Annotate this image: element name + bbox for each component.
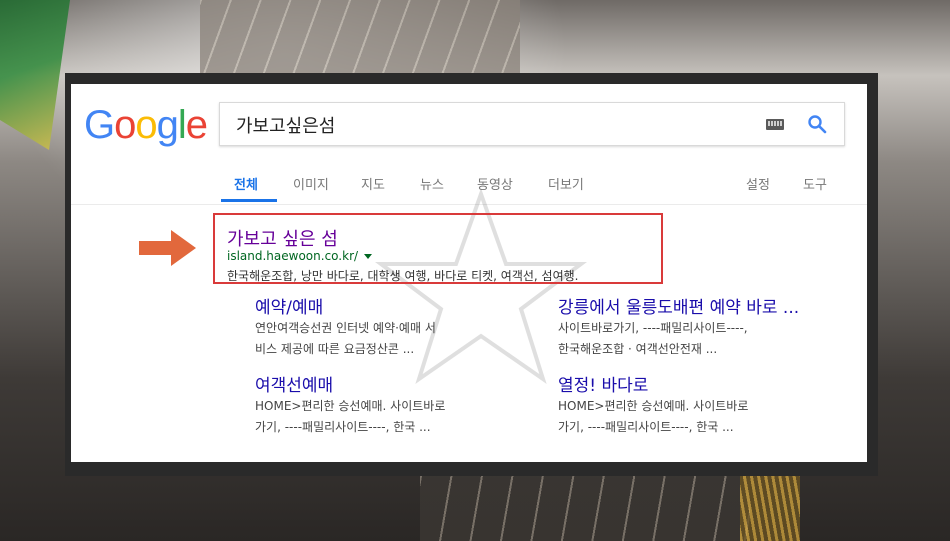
search-box[interactable]: 가보고싶은섬 xyxy=(219,102,845,146)
sail-decoration xyxy=(200,0,520,75)
rope-decoration xyxy=(740,476,800,541)
sitelink-title[interactable]: 여객선예매 xyxy=(255,371,545,396)
result-title-link[interactable]: 가보고 싶은 섬 xyxy=(227,225,338,251)
result-snippet: 한국해운조합, 낭만 바다로, 대학생 여행, 바다로 티켓, 여객선, 섬여행… xyxy=(227,269,579,283)
sitelink: 예약/예매 연안여객승선권 인터넷 예약·예매 서 비스 제공에 따른 요금정산… xyxy=(255,293,545,360)
keyboard-icon[interactable] xyxy=(766,119,784,130)
sitelink-snippet: HOME>편리한 승선예매. 사이트바로 xyxy=(255,399,446,413)
chevron-down-icon[interactable] xyxy=(364,254,373,259)
active-tab-indicator xyxy=(221,199,277,202)
settings-link[interactable]: 설정 xyxy=(746,174,770,193)
logo-letter: o xyxy=(114,103,136,147)
search-input[interactable]: 가보고싶은섬 xyxy=(236,112,335,138)
logo-letter: g xyxy=(156,103,179,147)
sitelink-snippet: HOME>편리한 승선예매. 사이트바로 xyxy=(558,399,749,413)
result-url[interactable]: island.haewoon.co.kr/ xyxy=(227,249,373,263)
sail-decoration-bottom xyxy=(420,476,750,541)
logo-letter: l xyxy=(177,103,187,147)
tab-all[interactable]: 전체 xyxy=(234,174,258,193)
search-icon[interactable] xyxy=(807,114,827,134)
logo-letter: G xyxy=(84,103,115,147)
sitelink-snippet: 비스 제공에 따른 요금정산콘 ... xyxy=(255,342,415,356)
sitelink: 열정! 바다로 HOME>편리한 승선예매. 사이트바로 가기, ----패밀리… xyxy=(558,371,848,438)
sitelink-snippet: 사이트바로가기, ----패밀리사이트----, xyxy=(558,321,748,335)
sitelink-snippet: 가기, ----패밀리사이트----, 한국 ... xyxy=(558,420,734,434)
sitelink-snippet: 가기, ----패밀리사이트----, 한국 ... xyxy=(255,420,431,434)
search-results-window: Google 가보고싶은섬 전체 이미지 지도 뉴스 동영상 더보기 설정 도구… xyxy=(71,84,867,462)
google-logo[interactable]: Google xyxy=(84,101,208,149)
logo-letter: e xyxy=(185,103,208,147)
sitelink: 여객선예매 HOME>편리한 승선예매. 사이트바로 가기, ----패밀리사이… xyxy=(255,371,545,438)
tools-link[interactable]: 도구 xyxy=(803,174,827,193)
logo-letter: o xyxy=(135,103,157,147)
tab-images[interactable]: 이미지 xyxy=(293,174,329,193)
sitelink-title[interactable]: 열정! 바다로 xyxy=(558,371,848,396)
result-url-text: island.haewoon.co.kr/ xyxy=(227,249,359,263)
sitelink: 강릉에서 울릉도배편 예약 바로 ... 사이트바로가기, ----패밀리사이트… xyxy=(558,293,848,360)
sitelink-title[interactable]: 예약/예매 xyxy=(255,293,545,318)
sitelink-snippet: 한국해운조합 · 여객선안전재 ... xyxy=(558,342,718,356)
sitelink-snippet: 연안여객승선권 인터넷 예약·예매 서 xyxy=(255,321,436,335)
sitelink-title[interactable]: 강릉에서 울릉도배편 예약 바로 ... xyxy=(558,293,848,318)
arrow-right-icon xyxy=(139,230,196,266)
